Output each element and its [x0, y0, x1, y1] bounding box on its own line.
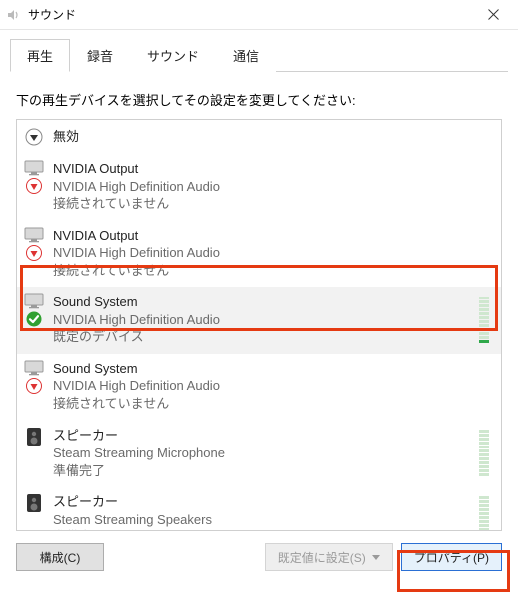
device-row[interactable]: NVIDIA OutputNVIDIA High Definition Audi… [17, 221, 501, 288]
device-icon-col [23, 493, 45, 531]
properties-button[interactable]: プロパティ(P) [401, 543, 502, 571]
tab-communications[interactable]: 通信 [216, 39, 276, 72]
sound-window-icon [4, 6, 22, 24]
device-meter-col [475, 427, 493, 480]
device-status: 接続されていません [53, 395, 467, 413]
unplugged-icon [26, 245, 42, 261]
monitor-icon [24, 360, 44, 376]
device-row[interactable]: 無効 [17, 120, 501, 154]
device-row[interactable]: スピーカーSteam Streaming Microphone準備完了 [17, 421, 501, 488]
down-arrow-icon [25, 128, 43, 146]
device-text-col: 無効 [53, 128, 467, 146]
device-row[interactable]: Sound SystemNVIDIA High Definition Audio… [17, 287, 501, 354]
device-icon-col [23, 360, 45, 413]
instruction-text: 下の再生デバイスを選択してその設定を変更してください: [16, 90, 502, 109]
device-name: Sound System [53, 293, 467, 311]
device-status: 準備完了 [53, 528, 467, 531]
device-status: 接続されていません [53, 195, 467, 213]
close-icon [488, 9, 499, 20]
tabs: 再生 録音 サウンド 通信 [0, 30, 518, 72]
device-meter-col [475, 160, 493, 213]
tab-recording[interactable]: 録音 [70, 39, 130, 72]
level-meter [479, 497, 489, 531]
device-text-col: NVIDIA OutputNVIDIA High Definition Audi… [53, 227, 467, 280]
device-sub: Steam Streaming Speakers [53, 511, 467, 529]
close-button[interactable] [472, 1, 514, 29]
level-meter [479, 430, 489, 476]
device-status: 接続されていません [53, 262, 467, 280]
device-status: 既定のデバイス [53, 328, 467, 346]
button-row: 構成(C) 既定値に設定(S) プロパティ(P) [0, 531, 518, 581]
device-sub: NVIDIA High Definition Audio [53, 178, 467, 196]
device-meter-col [475, 360, 493, 413]
speaker-icon [25, 493, 43, 513]
check-icon [26, 311, 42, 327]
set-default-label: 既定値に設定(S) [278, 549, 366, 566]
device-name: NVIDIA Output [53, 227, 467, 245]
device-sub: Steam Streaming Microphone [53, 444, 467, 462]
device-icon-col [23, 128, 45, 146]
unplugged-icon [26, 378, 42, 394]
device-row[interactable]: Sound SystemNVIDIA High Definition Audio… [17, 354, 501, 421]
speaker-icon [25, 427, 43, 447]
device-sub: NVIDIA High Definition Audio [53, 377, 467, 395]
device-status: 準備完了 [53, 462, 467, 480]
device-icon-col [23, 293, 45, 346]
device-icon-col [23, 160, 45, 213]
titlebar: サウンド [0, 0, 518, 30]
monitor-icon [24, 160, 44, 176]
level-meter [479, 297, 489, 343]
configure-button[interactable]: 構成(C) [16, 543, 104, 571]
set-default-button[interactable]: 既定値に設定(S) [265, 543, 393, 571]
device-text-col: Sound SystemNVIDIA High Definition Audio… [53, 293, 467, 346]
device-meter-col [475, 128, 493, 146]
device-text-col: Sound SystemNVIDIA High Definition Audio… [53, 360, 467, 413]
unplugged-icon [26, 178, 42, 194]
window-title: サウンド [28, 6, 472, 23]
device-listbox[interactable]: 無効NVIDIA OutputNVIDIA High Definition Au… [16, 119, 502, 531]
monitor-icon [24, 227, 44, 243]
device-sub: NVIDIA High Definition Audio [53, 311, 467, 329]
device-meter-col [475, 227, 493, 280]
device-name: スピーカー [53, 493, 467, 511]
device-icon-col [23, 227, 45, 280]
device-text-col: NVIDIA OutputNVIDIA High Definition Audi… [53, 160, 467, 213]
device-name: Sound System [53, 360, 467, 378]
tab-playback[interactable]: 再生 [10, 39, 70, 72]
device-meter-col [475, 293, 493, 346]
device-icon-col [23, 427, 45, 480]
device-name: スピーカー [53, 427, 467, 445]
monitor-icon [24, 293, 44, 309]
device-name: 無効 [53, 128, 467, 146]
chevron-down-icon [372, 555, 380, 560]
tab-sounds[interactable]: サウンド [130, 39, 216, 72]
device-row[interactable]: スピーカーSteam Streaming Speakers準備完了 [17, 487, 501, 531]
device-text-col: スピーカーSteam Streaming Microphone準備完了 [53, 427, 467, 480]
device-row[interactable]: NVIDIA OutputNVIDIA High Definition Audi… [17, 154, 501, 221]
device-name: NVIDIA Output [53, 160, 467, 178]
device-text-col: スピーカーSteam Streaming Speakers準備完了 [53, 493, 467, 531]
device-meter-col [475, 493, 493, 531]
device-sub: NVIDIA High Definition Audio [53, 244, 467, 262]
